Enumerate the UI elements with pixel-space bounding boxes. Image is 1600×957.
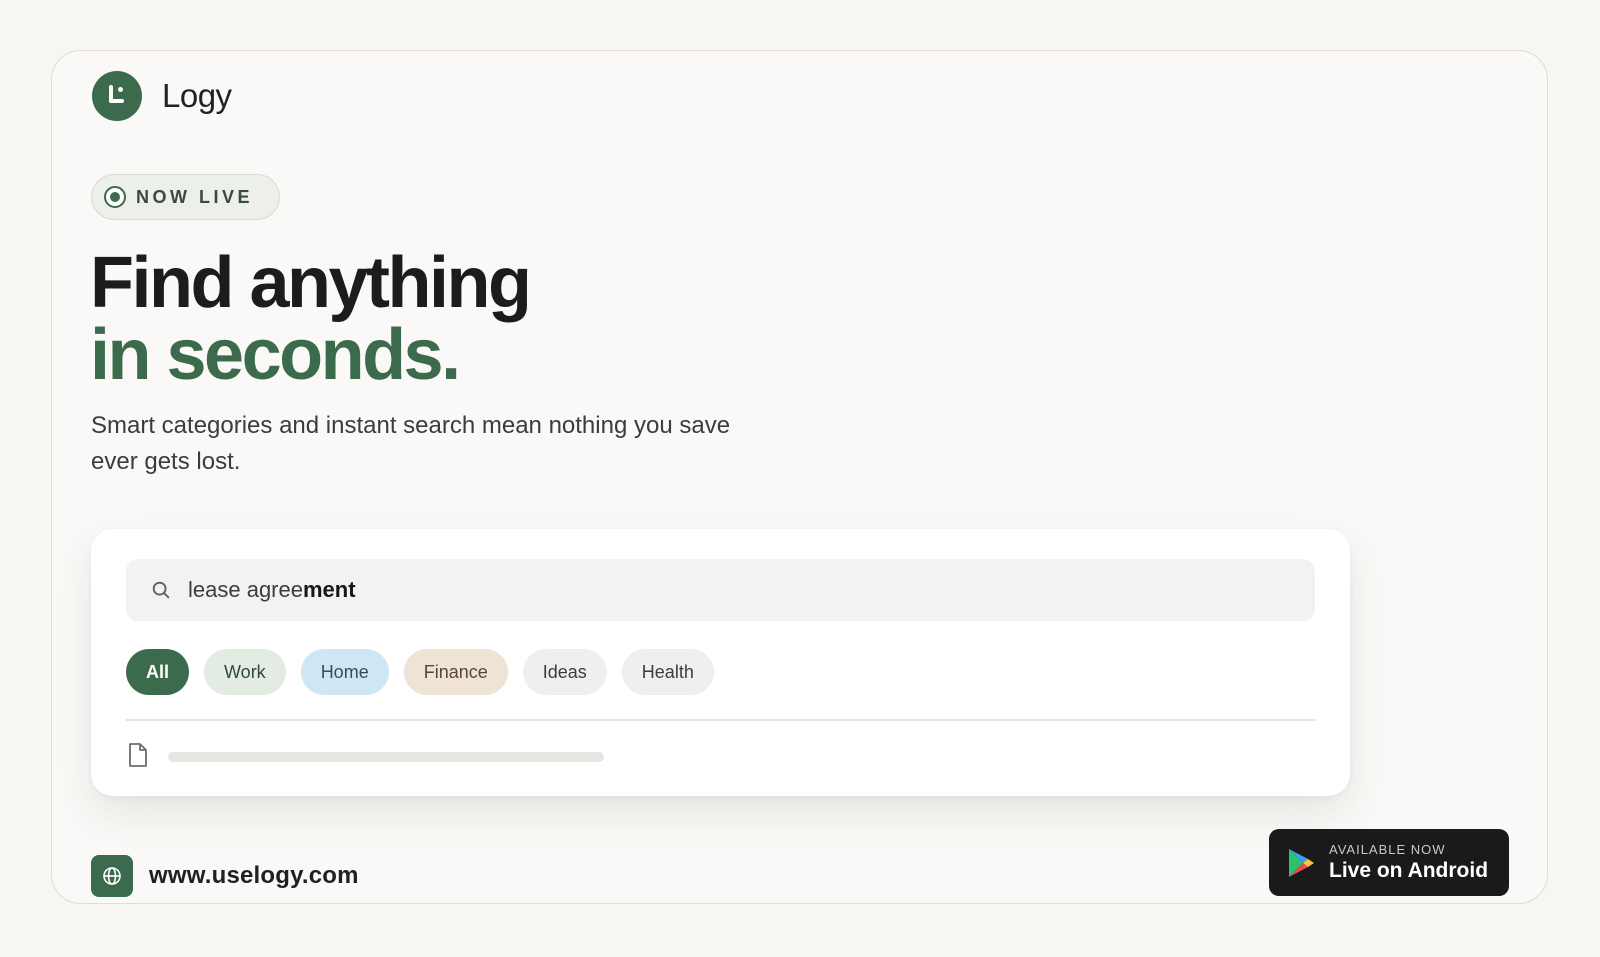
filter-chip-all[interactable]: All <box>126 649 190 695</box>
now-live-badge: NOW LIVE <box>91 174 280 220</box>
filter-chip-home[interactable]: Home <box>300 649 389 695</box>
result-placeholder-bar <box>168 752 604 762</box>
search-panel: lease agreement All Work Home Finance Id… <box>91 529 1350 796</box>
google-play-icon <box>1289 848 1314 877</box>
brand[interactable]: Logy <box>92 71 232 121</box>
radio-dot-icon <box>104 186 126 208</box>
filter-chip-ideas[interactable]: Ideas <box>522 649 607 695</box>
headline: Find anything in seconds. <box>90 243 532 395</box>
subtitle: Smart categories and instant search mean… <box>91 412 731 475</box>
filter-chip-health[interactable]: Health <box>621 649 714 695</box>
filter-chip-finance[interactable]: Finance <box>403 649 508 695</box>
search-input[interactable]: lease agreement <box>126 559 1315 621</box>
document-icon <box>129 743 147 767</box>
logo-icon <box>92 71 142 121</box>
android-button-caption: AVAILABLE NOW <box>1329 842 1446 857</box>
search-icon <box>152 581 170 599</box>
headline-line-2: in seconds. <box>90 315 461 395</box>
now-live-label: NOW LIVE <box>136 186 253 207</box>
category-filters: All Work Home Finance Ideas Health <box>126 649 729 695</box>
filter-chip-work[interactable]: Work <box>204 649 286 695</box>
search-query: lease agreement <box>188 577 356 603</box>
headline-line-1: Find anything <box>90 243 532 323</box>
search-query-typed: lease agree <box>188 577 303 602</box>
website-link[interactable]: www.uselogy.com <box>91 855 359 897</box>
search-result-row[interactable] <box>126 741 1315 771</box>
android-download-button[interactable]: AVAILABLE NOW Live on Android <box>1269 829 1509 896</box>
search-query-completion: ment <box>302 577 356 602</box>
divider <box>126 719 1315 721</box>
globe-icon <box>91 855 133 897</box>
promo-card: Logy NOW LIVE Find anything in seconds. … <box>51 50 1548 904</box>
android-button-label: Live on Android <box>1329 859 1489 882</box>
website-url: www.uselogy.com <box>149 862 359 889</box>
brand-name: Logy <box>162 77 232 114</box>
android-button-labels: AVAILABLE NOW Live on Android <box>1329 842 1488 883</box>
